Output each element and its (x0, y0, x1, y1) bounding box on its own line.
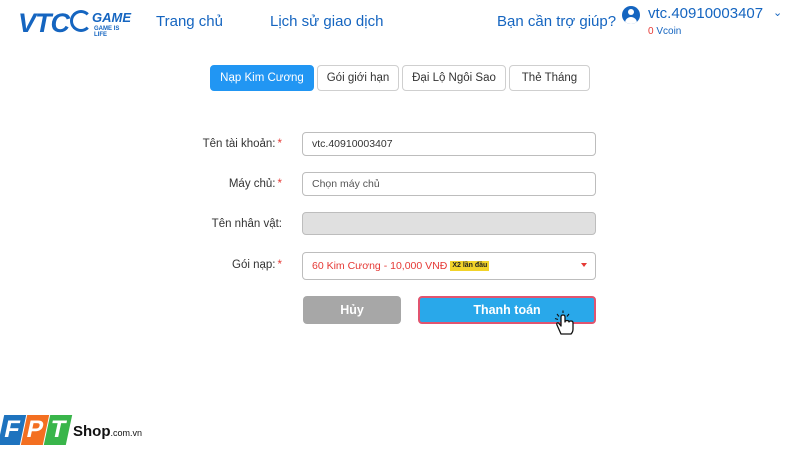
account-label: Tên tài khoản: * (82, 138, 282, 150)
package-label-text: Gói nạp: (232, 259, 276, 271)
logo-ring-icon (70, 10, 92, 32)
tab-dai-lo-ngoi-sao[interactable]: Đại Lộ Ngôi Sao (402, 65, 506, 91)
account-value: vtc.40910003407 (312, 138, 393, 150)
chevron-down-icon[interactable]: ⌄ (773, 6, 782, 19)
nav-home-link[interactable]: Trang chủ (156, 13, 223, 30)
hand-pointer-icon (554, 310, 574, 335)
character-name-field (302, 212, 596, 235)
fpt-shop-watermark: F P T Shop.com.vn (0, 415, 161, 449)
tab-nap-kim-cuong[interactable]: Nạp Kim Cương (210, 65, 314, 91)
x2-first-time-badge: X2 lần đầu (450, 261, 490, 271)
nav-transaction-history-link[interactable]: Lịch sử giao dịch (270, 13, 383, 30)
vcoin-unit: Vcoin (656, 26, 682, 37)
vcoin-amount: 0 (648, 26, 654, 37)
required-marker: * (277, 138, 282, 150)
user-circle-icon (622, 6, 640, 24)
caret-down-icon (581, 263, 587, 267)
package-label: Gói nạp: * (82, 259, 282, 271)
topup-tabs: Nạp Kim Cương Gói giới hạn Đại Lộ Ngôi S… (210, 65, 590, 91)
package-value: 60 Kim Cương - 10,000 VNĐ (312, 260, 448, 272)
character-label: Tên nhân vật: (82, 218, 282, 230)
nav-help-link[interactable]: Bạn cần trợ giúp? (497, 13, 616, 30)
logo-tagline: GAME IS LIFE (94, 26, 120, 38)
required-marker: * (277, 178, 282, 190)
fpt-shop-text: Shop.com.vn (73, 423, 142, 440)
tab-goi-gioi-han[interactable]: Gói giới hạn (317, 65, 399, 91)
fpt-shop-domain: .com.vn (110, 428, 143, 438)
vcoin-balance: 0 Vcoin (648, 26, 681, 37)
logo-game-text: GAME (92, 10, 131, 25)
server-label-text: Máy chủ: (228, 178, 276, 190)
fpt-shop-word: Shop (73, 423, 111, 440)
fpt-letter-t: T (43, 415, 73, 445)
server-select[interactable]: Chọn máy chủ (302, 172, 596, 196)
required-marker: * (277, 259, 282, 271)
account-field[interactable]: vtc.40910003407 (302, 132, 596, 156)
tab-the-thang[interactable]: Thẻ Tháng (509, 65, 590, 91)
username: vtc.40910003407 (648, 5, 764, 22)
vtc-game-logo[interactable]: VTC GAME GAME IS LIFE (18, 6, 131, 40)
server-label: Máy chủ: * (82, 178, 282, 190)
account-label-text: Tên tài khoản: (202, 138, 276, 150)
cancel-button[interactable]: Hủy (303, 296, 401, 324)
top-header: VTC GAME GAME IS LIFE Trang chủ Lịch sử … (0, 0, 800, 44)
character-label-text: Tên nhân vật: (211, 218, 282, 230)
server-placeholder: Chọn máy chủ (312, 178, 380, 190)
logo-vtc-text: VTC (18, 8, 70, 38)
user-account-menu[interactable]: vtc.40910003407 ⌄ 0 Vcoin (622, 4, 792, 40)
package-select[interactable]: 60 Kim Cương - 10,000 VNĐ X2 lần đầu (302, 252, 596, 280)
